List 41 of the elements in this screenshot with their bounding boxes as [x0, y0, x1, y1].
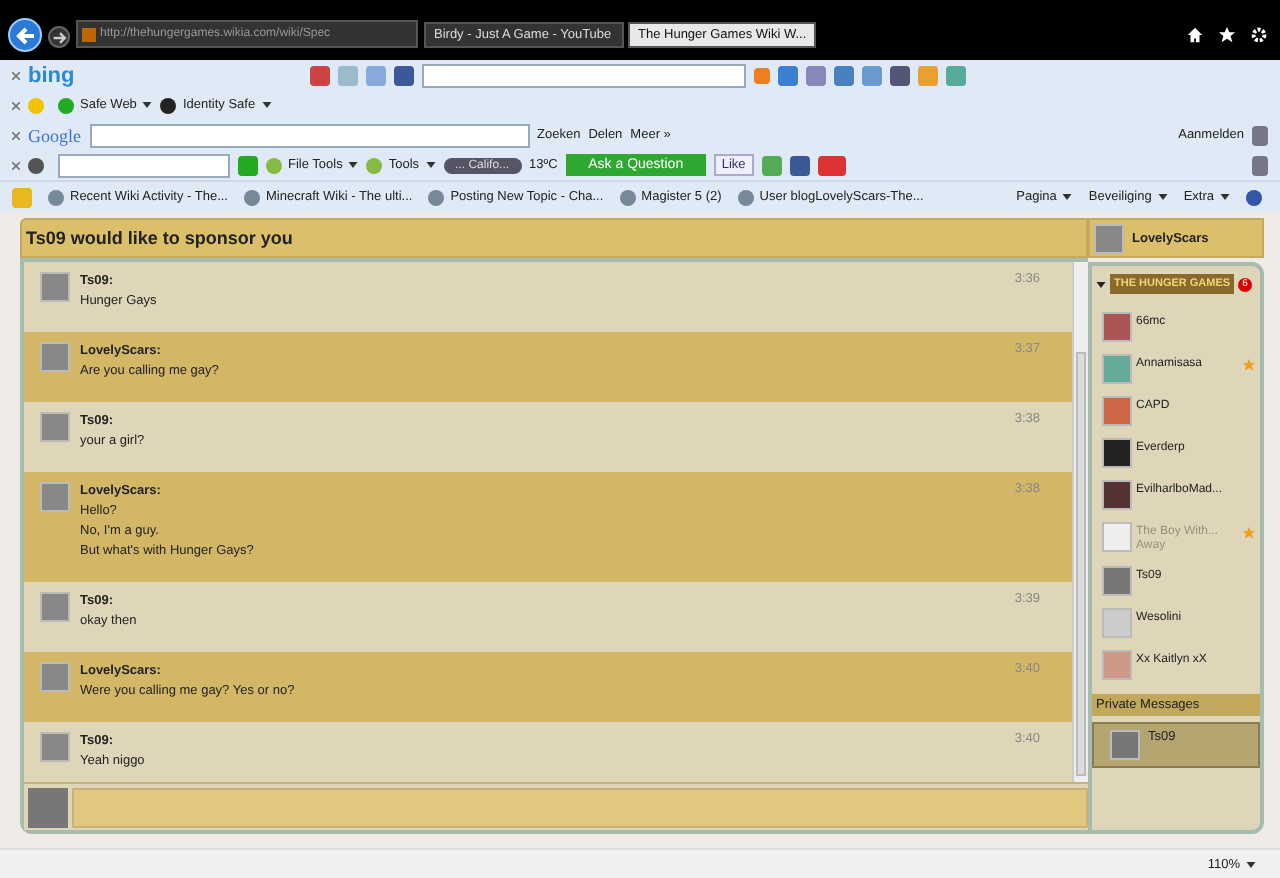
caret-icon[interactable]: [1096, 281, 1106, 287]
avatar-photo-placeholder: [28, 788, 68, 828]
avatar-photo-placeholder: [40, 662, 70, 692]
caret-icon: [1246, 861, 1256, 867]
avatar-photo-placeholder: [40, 482, 70, 512]
caret-icon: [1062, 194, 1073, 200]
avatar-photo-placeholder: [40, 412, 70, 442]
caret-icon: [142, 102, 153, 108]
avatar-photo-placeholder: [40, 732, 70, 762]
message-input[interactable]: [72, 788, 1088, 828]
app-icon[interactable]: [310, 65, 331, 85]
caret-icon: [1220, 194, 1230, 200]
close-icon[interactable]: [12, 101, 20, 109]
back-button[interactable]: [8, 18, 42, 52]
scrollbar[interactable]: [1072, 262, 1088, 782]
app-icon[interactable]: [890, 65, 911, 85]
close-icon[interactable]: [12, 131, 20, 139]
caret-icon: [348, 162, 359, 168]
settings-icon[interactable]: [1250, 26, 1268, 44]
close-icon[interactable]: [12, 71, 20, 79]
bing-logo: bing: [28, 63, 75, 87]
chat-header: Ts09 would like to sponsor you: [20, 218, 1088, 258]
app-icon[interactable]: [28, 157, 44, 173]
search-field[interactable]: [422, 63, 747, 87]
caret-icon: [1157, 194, 1168, 200]
caret-icon: [425, 162, 436, 168]
avatar-photo-placeholder: [40, 592, 70, 622]
home-icon[interactable]: [1186, 26, 1204, 44]
back-arrow-icon: [13, 23, 37, 47]
forward-button[interactable]: [48, 26, 70, 48]
caret-icon: [261, 102, 272, 108]
forward-arrow-icon: [51, 29, 67, 45]
app-icon[interactable]: [778, 65, 799, 85]
avatar-photo-placeholder: [40, 272, 70, 302]
google-logo: Google: [28, 125, 81, 145]
app-icon[interactable]: [806, 65, 827, 85]
app-icon[interactable]: [817, 155, 846, 175]
close-icon[interactable]: [12, 161, 20, 169]
avatar-photo-placeholder: [40, 342, 70, 372]
search-field[interactable]: [58, 153, 230, 177]
search-field[interactable]: [89, 123, 529, 147]
